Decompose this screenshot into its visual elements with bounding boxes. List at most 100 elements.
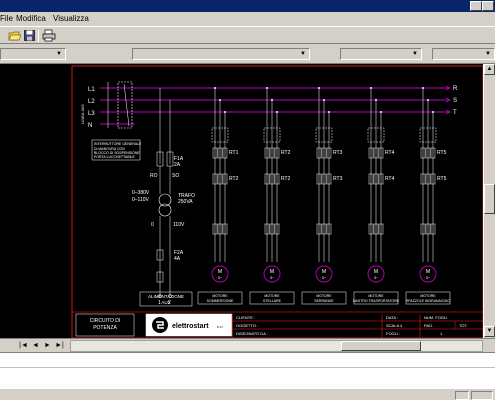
motor-phase: 3~: [374, 275, 379, 280]
junction-dot: [318, 87, 320, 89]
warning-line-4: PORTA LUCCHETTABILE: [94, 155, 136, 159]
phase-label-l1: L1: [88, 87, 95, 93]
main-switch: [107, 81, 133, 129]
so-label: SO: [172, 173, 179, 179]
rt2-label: RT5: [437, 176, 447, 182]
phase-label-r: R: [453, 86, 458, 92]
vertical-scrollbar[interactable]: ▲ ▼: [483, 64, 495, 338]
menu-visualizza[interactable]: Visualizza: [53, 14, 89, 23]
rt2-label: RT4: [385, 176, 395, 182]
vertical-scroll-thumb[interactable]: [484, 184, 495, 214]
trafo-primary-1: 0–380V: [132, 190, 150, 196]
next-tab-icon[interactable]: ►: [42, 341, 53, 351]
command-line-area[interactable]: [0, 352, 495, 388]
phase-label-l2: L2: [88, 99, 95, 105]
linetype-combo[interactable]: ▼: [132, 48, 310, 60]
feeder-caption-line-1: MOTORE: [368, 294, 384, 298]
scala-label: SCALA :: [386, 323, 401, 328]
scroll-down-icon[interactable]: ▼: [484, 326, 495, 337]
first-tab-icon[interactable]: |◄: [18, 341, 29, 351]
phase-label-s: S: [453, 98, 457, 104]
menu-file[interactable]: File: [0, 14, 13, 23]
feeder-3: RT3RT3M3~MOTORESERRANDE: [301, 87, 347, 305]
title-block: CIRCUITO DI POTENZA elettrostart s.r.l. …: [72, 311, 483, 338]
num-fogli-label: NUM. FOGLI: [424, 315, 447, 320]
junction-dot: [328, 111, 330, 113]
company-suffix: s.r.l.: [217, 325, 223, 329]
feeder-caption-line-1: MOTORE: [420, 294, 436, 298]
color-combo[interactable]: ▼: [340, 48, 422, 60]
oggetto-label: OGGETTO :: [236, 323, 258, 328]
junction-dot: [224, 111, 226, 113]
title-caption-2: POTENZA: [93, 325, 117, 331]
tot-label: TOT.: [459, 323, 468, 328]
junction-dot: [370, 87, 372, 89]
chevron-down-icon: ▼: [412, 51, 418, 57]
fogli-label: FOGLI :: [386, 331, 400, 336]
rt-label: RT2: [281, 150, 291, 156]
pag-label: PAG.: [424, 323, 433, 328]
aux-label-0: 0: [151, 222, 154, 228]
rt2-label: RT2: [229, 176, 239, 182]
aux-caption-1: ALIMENTAZIONE: [148, 294, 184, 299]
feeder-caption-line-1: MOTORE: [316, 294, 332, 298]
feeder-1: RT1RT2M3~MOTORESOMMERSIONE: [197, 87, 243, 305]
last-tab-icon[interactable]: ►|: [54, 341, 65, 351]
command-divider: [0, 367, 495, 368]
phase-bus-group: [100, 87, 450, 125]
chevron-down-icon: ▼: [56, 51, 62, 57]
cliente-label: CLIENTE :: [236, 315, 255, 320]
open-folder-icon[interactable]: [8, 29, 22, 42]
trafo-label-2: 250VA: [178, 199, 193, 205]
feeder-group: RT1RT2M3~MOTORESOMMERSIONERT2RT2M3~MOTOR…: [197, 87, 450, 305]
phase-label-t: T: [453, 110, 457, 116]
junction-dot: [380, 111, 382, 113]
toolbar-separator: [38, 30, 39, 42]
aux-caption-2: AUX: [161, 300, 170, 305]
horizontal-scroll-thumb[interactable]: [341, 341, 421, 351]
print-icon[interactable]: [42, 29, 56, 42]
motor-phase: 3~: [322, 275, 327, 280]
motor-phase: 3~: [270, 275, 275, 280]
status-bar: [0, 388, 495, 400]
save-icon[interactable]: [23, 29, 37, 42]
junction-dot: [271, 99, 273, 101]
rt-label: RT3: [333, 150, 343, 156]
junction-dot: [276, 111, 278, 113]
chevron-down-icon: ▼: [300, 51, 306, 57]
pag-value: 1: [440, 331, 443, 336]
rt2-label: RT3: [333, 176, 343, 182]
line-label: LINEA 4X6: [80, 104, 85, 124]
junction-dot: [427, 99, 429, 101]
maximize-button[interactable]: [482, 1, 494, 11]
layout-nav-bar: |◄ ◄ ► ►|: [0, 338, 495, 352]
feeder-caption-line-1: MOTORE: [264, 294, 280, 298]
drawing-canvas[interactable]: L1 L2 L3 N R S T LINEA 4X6 INTERRUTTORE …: [0, 64, 483, 338]
lineweight-combo[interactable]: ▼: [432, 48, 495, 60]
status-field-2: [471, 391, 493, 400]
junction-dot: [219, 99, 221, 101]
feeder-caption-line-2: SPAZZOLE INGRANAGGIO: [406, 299, 450, 303]
ro-label: RO: [150, 173, 158, 179]
feeder-caption-line-2: STELLARE: [263, 299, 282, 303]
property-bar: ▼ ▼ ▼ ▼: [0, 44, 495, 64]
scroll-up-icon[interactable]: ▲: [484, 64, 495, 75]
menu-modifica[interactable]: Modifica: [16, 14, 46, 23]
fuse-label-2: 2A: [174, 162, 181, 168]
feeder-caption-line-1: MOTORE: [212, 294, 228, 298]
minimize-button[interactable]: [470, 1, 482, 11]
scala-value: 1: [400, 323, 403, 328]
prev-tab-icon[interactable]: ◄: [30, 341, 41, 351]
feeder-5: RT5RT5M3~MOTORESPAZZOLE INGRANAGGIO: [405, 87, 450, 305]
rt-label: RT4: [385, 150, 395, 156]
motor-phase: 3~: [218, 275, 223, 280]
toolbar: [0, 26, 495, 44]
company-name: elettrostart: [172, 323, 209, 330]
junction-dot: [266, 87, 268, 89]
feeder-caption-line-2: SERRANDE: [314, 299, 334, 303]
status-field-1: [455, 391, 469, 400]
feeder-2: RT2RT2M3~MOTORESTELLARE: [249, 87, 295, 305]
horizontal-scrollbar[interactable]: [70, 340, 483, 352]
layer-combo[interactable]: ▼: [0, 48, 66, 60]
trafo-primary-2: 0–110V: [132, 197, 150, 203]
